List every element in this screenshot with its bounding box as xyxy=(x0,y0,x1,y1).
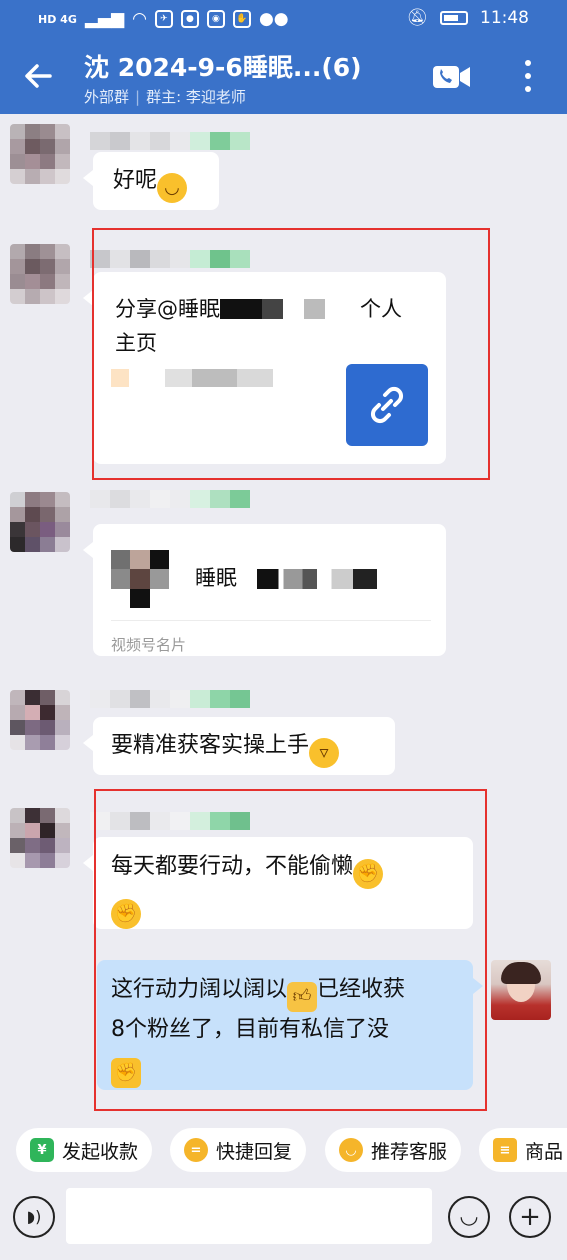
app-icon: ✋ xyxy=(232,10,251,28)
more-options-icon[interactable] xyxy=(518,56,538,96)
mute-icon: 🔕︎ xyxy=(406,8,428,28)
blurred-name xyxy=(257,569,377,589)
message-text: 要精准获客实操上手 xyxy=(111,733,310,758)
message-bubble[interactable]: 好呢 ◡ xyxy=(83,152,219,210)
sender-name-blurred xyxy=(90,132,250,150)
app-icon: ● xyxy=(180,10,199,28)
sender-name-blurred xyxy=(90,490,250,508)
group-owner-label: 群主: 李迎老师 xyxy=(146,88,246,106)
quick-action-collect-payment[interactable]: ¥ 发起收款 xyxy=(16,1128,153,1172)
quick-actions-bar: ¥ 发起收款 = 快捷回复 ◡ 推荐客服 ≡ 商品 xyxy=(0,1112,567,1182)
message-text: 好呢 xyxy=(113,168,158,193)
channel-avatar-blurred xyxy=(111,550,169,608)
wechat-icon: ●● xyxy=(258,9,289,29)
status-bar: HD 4G ▂▄▆ ◠ ✈ ● ◉ ✋ ●● 🔕︎ 11:48 xyxy=(0,0,567,38)
app-icon: ✈ xyxy=(154,10,173,28)
sender-name-blurred xyxy=(90,690,250,708)
chat-header: 沈 2024-9-6睡眠...(6) 外部群 | 群主: 李迎老师 xyxy=(0,38,567,114)
channel-card[interactable]: 睡眠 视频号名片 xyxy=(83,524,446,656)
chat-title: 沈 2024-9-6睡眠...(6) xyxy=(84,53,362,82)
external-group-tag: 外部群 xyxy=(84,88,130,106)
emoji-picker-icon[interactable]: ◡ xyxy=(448,1196,490,1238)
avatar[interactable] xyxy=(10,244,70,304)
quick-action-quick-reply[interactable]: = 快捷回复 xyxy=(170,1128,307,1172)
message-input[interactable] xyxy=(66,1188,432,1244)
highlight-box xyxy=(92,228,490,480)
smile-emoji-icon: ◡ xyxy=(157,173,188,203)
message-bubble[interactable]: 要精准获客实操上手 ▿ xyxy=(83,717,395,775)
channel-name: 睡眠 xyxy=(195,560,377,596)
service-icon: ◡ xyxy=(339,1138,363,1162)
app-icon: ◉ xyxy=(206,10,225,28)
video-call-icon[interactable] xyxy=(432,62,472,92)
quick-action-recommend-service[interactable]: ◡ 推荐客服 xyxy=(325,1128,462,1172)
battery-icon xyxy=(440,11,468,25)
avatar[interactable] xyxy=(10,124,70,184)
yen-icon: ¥ xyxy=(30,1138,54,1162)
channel-card-footer: 视频号名片 xyxy=(111,636,187,654)
avatar[interactable] xyxy=(10,690,70,750)
card-divider xyxy=(111,620,431,621)
avatar[interactable] xyxy=(10,492,70,552)
grin-emoji-icon: ▿ xyxy=(309,738,340,768)
network-indicator: HD 4G xyxy=(38,12,77,26)
my-avatar[interactable] xyxy=(491,960,551,1020)
add-more-icon[interactable]: + xyxy=(509,1196,551,1238)
clock: 11:48 xyxy=(480,8,529,28)
chat-subtitle: 外部群 | 群主: 李迎老师 xyxy=(84,88,246,106)
voice-input-icon[interactable]: ◗) xyxy=(13,1196,55,1238)
avatar[interactable] xyxy=(10,808,70,868)
quick-action-goods[interactable]: ≡ 商品 xyxy=(479,1128,567,1172)
highlight-box xyxy=(94,789,487,1111)
goods-icon: ≡ xyxy=(493,1138,517,1162)
wifi-icon: ◠ xyxy=(132,9,147,29)
signal-icon: ▂▄▆ xyxy=(84,9,125,29)
input-bar: ◗) ◡ + xyxy=(0,1182,567,1260)
quick-reply-icon: = xyxy=(184,1138,208,1162)
back-arrow-icon[interactable] xyxy=(20,58,56,94)
